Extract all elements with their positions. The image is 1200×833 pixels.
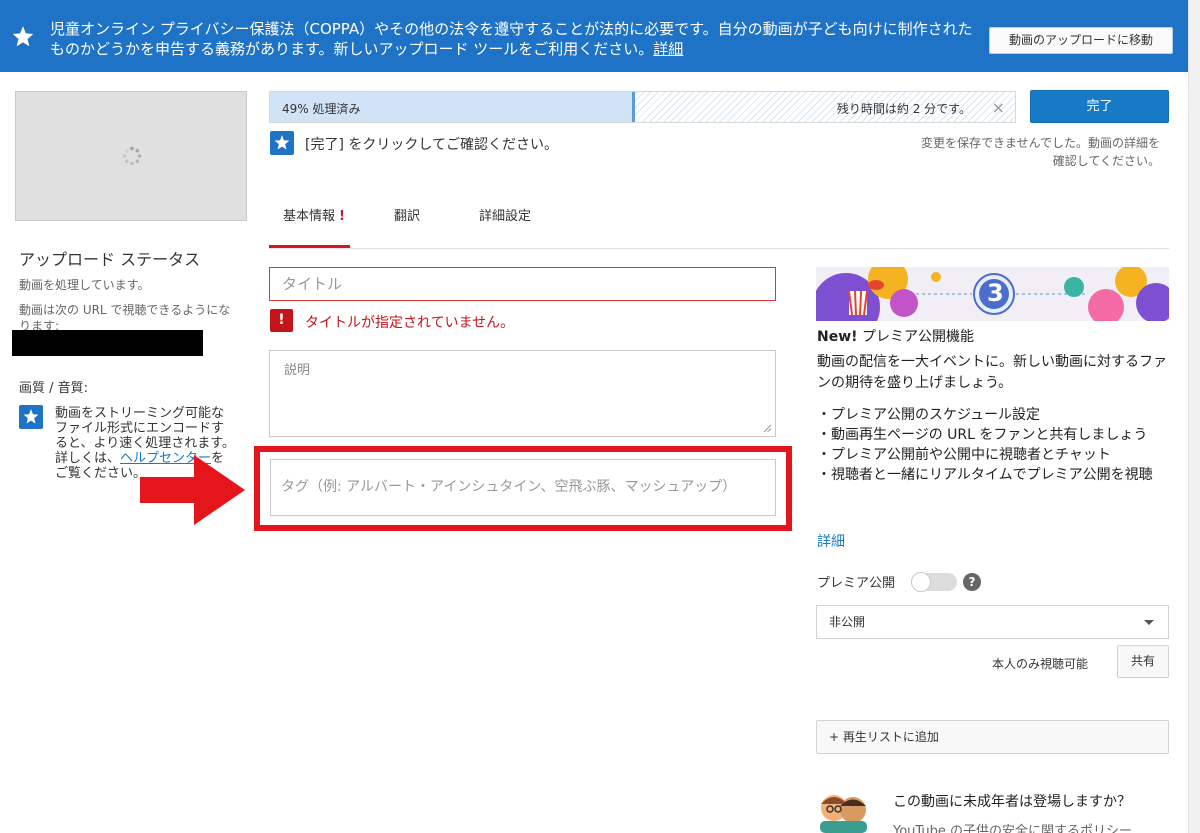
premiere-feature-title: New! プレミア公開機能	[817, 329, 974, 345]
red-arrow-annotation	[140, 455, 245, 525]
premiere-feature-list: ・プレミア公開のスケジュール設定 ・動画再生ページの URL をファンと共有しま…	[817, 405, 1167, 485]
progress-remaining-time: 残り時間は約 2 分です。	[836, 102, 971, 116]
detail-tabs: 基本情報! 翻訳 詳細設定	[269, 191, 1169, 249]
alert-icon: !	[339, 209, 345, 224]
save-error-text: 変更を保存できませんでした。動画の詳細を確認してください。	[920, 136, 1160, 168]
list-item: ・動画再生ページの URL をファンと共有しましょう	[817, 427, 1148, 443]
description-input[interactable]: 説明	[269, 350, 776, 437]
list-item: ・視聴者と一緒にリアルタイムでプレミア公開を視聴	[817, 467, 1153, 483]
page-scrollbar[interactable]	[1188, 0, 1200, 833]
premiere-details-link[interactable]: 詳細	[817, 531, 845, 551]
progress-label: 49% 処理済み	[282, 102, 361, 116]
help-icon[interactable]: ?	[963, 573, 981, 591]
share-button[interactable]: 共有	[1117, 645, 1169, 678]
upload-url-note: 動画は次の URL で視聴できるようになります:	[19, 303, 231, 330]
premiere-toggle-label: プレミア公開	[817, 576, 896, 591]
banner-text: 児童オンライン プライバシー保護法（COPPA）やその他の法令を遵守することが法…	[50, 20, 973, 58]
privacy-select[interactable]: 非公開	[816, 605, 1169, 639]
premiere-toggle[interactable]	[911, 572, 957, 592]
cancel-upload-icon[interactable]: ×	[992, 98, 1005, 117]
upload-processing-text: 動画を処理しています。	[19, 278, 150, 292]
done-hint-text: [完了] をクリックしてご確認ください。	[305, 137, 558, 153]
tab-advanced-settings[interactable]: 詳細設定	[479, 205, 531, 248]
banner-details-link[interactable]: 詳細	[653, 40, 683, 58]
coppa-banner: 児童オンライン プライバシー保護法（COPPA）やその他の法令を遵守することが法…	[0, 0, 1188, 72]
countdown-number: 3	[987, 279, 1004, 307]
loading-spinner-icon	[122, 146, 142, 166]
redacted-url	[12, 330, 203, 356]
tab-translation[interactable]: 翻訳	[394, 205, 420, 248]
description-placeholder: 説明	[284, 363, 311, 378]
error-icon: !	[270, 309, 293, 332]
premiere-illustration: 3	[816, 267, 1169, 321]
done-button[interactable]: 完了	[1030, 90, 1169, 123]
kids-policy-text: YouTube の子供の安全に関するポリシー	[893, 824, 1132, 833]
upload-progress-bar: 49% 処理済み 残り時間は約 2 分です。 ×	[269, 91, 1016, 123]
resize-handle-icon[interactable]	[763, 424, 772, 433]
star-icon	[12, 26, 34, 47]
star-badge-icon	[19, 405, 43, 429]
quality-title: 画質 / 音質:	[19, 381, 89, 396]
privacy-note: 本人のみ視聴可能	[992, 657, 1089, 671]
video-thumbnail	[15, 91, 247, 221]
chevron-down-icon	[1144, 620, 1154, 625]
go-to-upload-button[interactable]: 動画のアップロードに移動	[989, 27, 1173, 54]
tab-basic-info[interactable]: 基本情報!	[269, 205, 350, 248]
add-to-playlist-button[interactable]: + 再生リストに追加	[816, 720, 1169, 754]
premiere-description: 動画の配信を一大イベントに。新しい動画に対するファンの期待を盛り上げましょう。	[817, 354, 1167, 391]
privacy-selected-value: 非公開	[829, 615, 866, 629]
kids-illustration-icon	[820, 795, 867, 833]
upload-status-title: アップロード ステータス	[19, 250, 201, 269]
title-error-text: タイトルが指定されていません。	[305, 315, 515, 331]
star-badge-icon	[270, 131, 294, 155]
title-input[interactable]: タイトル	[269, 267, 776, 301]
toggle-knob	[911, 572, 931, 592]
list-item: ・プレミア公開のスケジュール設定	[817, 407, 1041, 423]
new-badge: New!	[817, 329, 858, 345]
list-item: ・プレミア公開前や公開中に視聴者とチャット	[817, 447, 1111, 463]
kids-question: この動画に未成年者は登場しますか？	[893, 794, 1131, 810]
tags-highlight-annotation	[254, 446, 792, 531]
